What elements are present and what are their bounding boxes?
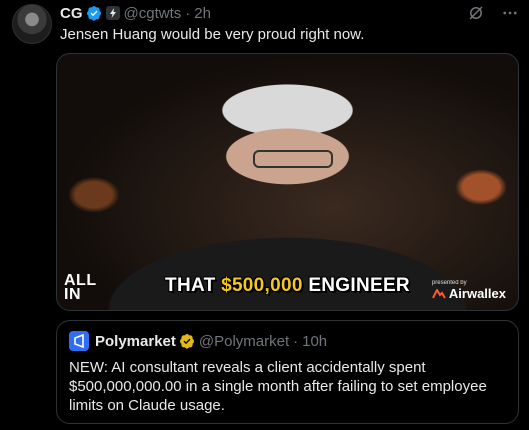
caption-prefix: THAT [165,275,222,296]
author-name[interactable]: CG [60,5,83,22]
tweet-media[interactable]: THAT $500,000 ENGINEER ALL IN presented … [56,53,519,311]
grok-icon[interactable] [467,4,485,22]
timestamp[interactable]: 2h [194,5,211,22]
quoted-timestamp: 10h [302,332,328,350]
quoted-author-handle: @Polymarket [198,332,290,350]
watermark-line2: IN [64,286,81,303]
all-in-watermark: ALL IN [64,273,97,303]
sponsor-block: presented by Airwallex [432,280,506,301]
quoted-author-name: Polymarket [95,332,176,350]
automated-badge-icon [105,6,120,20]
caption-suffix: ENGINEER [302,275,410,296]
avatar[interactable] [12,4,52,44]
tweet-header: CG @cgtwts · 2h [60,3,519,23]
author-handle[interactable]: @cgtwts [124,5,182,22]
separator: · [293,332,299,350]
quoted-tweet[interactable]: Polymarket @Polymarket · 10h NEW: AI con… [56,320,519,424]
tweet-text: Jensen Huang would be very proud right n… [60,26,365,43]
quoted-tweet-text: NEW: AI consultant reveals a client acci… [69,359,487,414]
separator: · [185,4,191,22]
presented-by-label: presented by [431,280,467,286]
more-icon[interactable] [501,4,519,22]
verified-badge-icon [86,6,101,21]
sponsor-name: Airwallex [448,286,506,301]
caption-money: $500,000 [221,275,303,296]
airwallex-logo-icon [432,288,446,299]
polymarket-logo-icon [69,331,89,351]
speaker-image [253,150,333,168]
verified-badge-icon [179,334,194,349]
